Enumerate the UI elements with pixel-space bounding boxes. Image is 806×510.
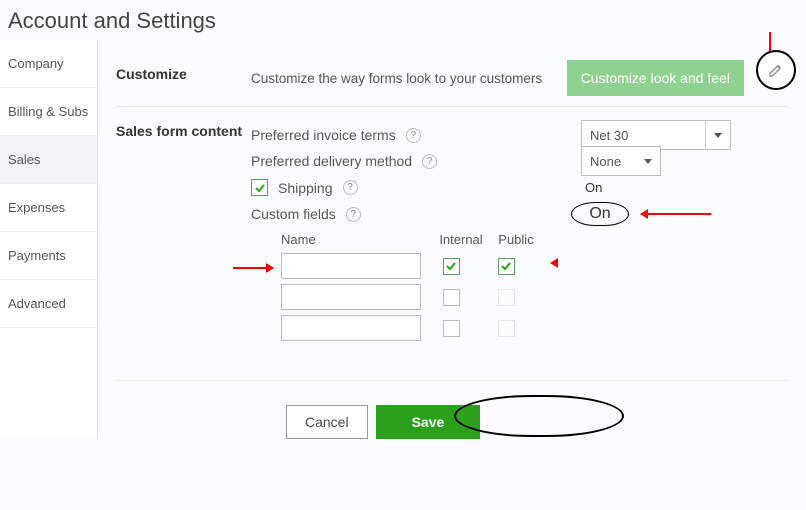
check-icon [254,182,266,194]
custom-fields-status-oval: On [571,202,629,226]
help-icon[interactable]: ? [343,180,358,195]
cf-name-input-2[interactable] [281,284,421,310]
help-icon[interactable]: ? [406,128,421,143]
custom-fields-status: On [589,205,610,223]
cancel-button[interactable]: Cancel [286,405,368,439]
annotation-arrow-left [641,213,711,215]
annotation-arrow-left [233,267,273,269]
cf-public-checkbox-2[interactable] [498,289,515,306]
sidebar-item-payments[interactable]: Payments [0,232,97,280]
custom-fields-label: Custom fields [251,206,336,222]
main-panel: Customize Customize the way forms look t… [98,40,806,439]
sidebar: Company Billing & Subs Sales Expenses Pa… [0,40,98,439]
pencil-icon [768,62,784,78]
cf-public-checkbox-1[interactable] [498,258,515,275]
check-icon [445,260,457,272]
custom-fields-table: Name Internal Public [281,232,788,341]
pref-delivery-label: Preferred delivery method [251,153,412,169]
pref-delivery-value: None [590,154,621,169]
shipping-status: On [585,180,602,195]
shipping-label: Shipping [278,180,333,196]
pref-invoice-terms-value: Net 30 [590,128,628,143]
cf-internal-checkbox-2[interactable] [443,289,460,306]
sidebar-item-billing[interactable]: Billing & Subs [0,88,97,136]
save-button[interactable]: Save [376,405,481,439]
sidebar-item-company[interactable]: Company [0,40,97,88]
edit-section-button[interactable] [756,50,796,90]
chevron-down-icon [714,133,722,138]
cf-internal-checkbox-1[interactable] [443,258,460,275]
sidebar-item-expenses[interactable]: Expenses [0,184,97,232]
cf-internal-checkbox-3[interactable] [443,320,460,337]
cf-header-internal: Internal [431,232,491,247]
chevron-down-icon [644,159,652,164]
cf-name-input-1[interactable] [281,253,421,279]
footer: Cancel Save [116,380,788,439]
check-icon [500,260,512,272]
cf-public-checkbox-3[interactable] [498,320,515,337]
cf-header-public: Public [491,232,541,247]
help-icon[interactable]: ? [422,154,437,169]
customize-look-button[interactable]: Customize look and feel [567,60,744,96]
section-label-customize: Customize [116,60,251,82]
cf-name-input-3[interactable] [281,315,421,341]
customize-description: Customize the way forms look to your cus… [251,71,542,86]
shipping-checkbox[interactable] [251,179,268,196]
sidebar-item-advanced[interactable]: Advanced [0,280,97,328]
section-label-salesform: Sales form content [116,117,251,139]
pref-invoice-terms-label: Preferred invoice terms [251,127,396,143]
sidebar-item-sales[interactable]: Sales [0,136,97,184]
pref-delivery-select[interactable]: None [581,146,661,176]
page-title: Account and Settings [0,0,806,40]
cf-header-name: Name [281,232,431,247]
help-icon[interactable]: ? [346,207,361,222]
